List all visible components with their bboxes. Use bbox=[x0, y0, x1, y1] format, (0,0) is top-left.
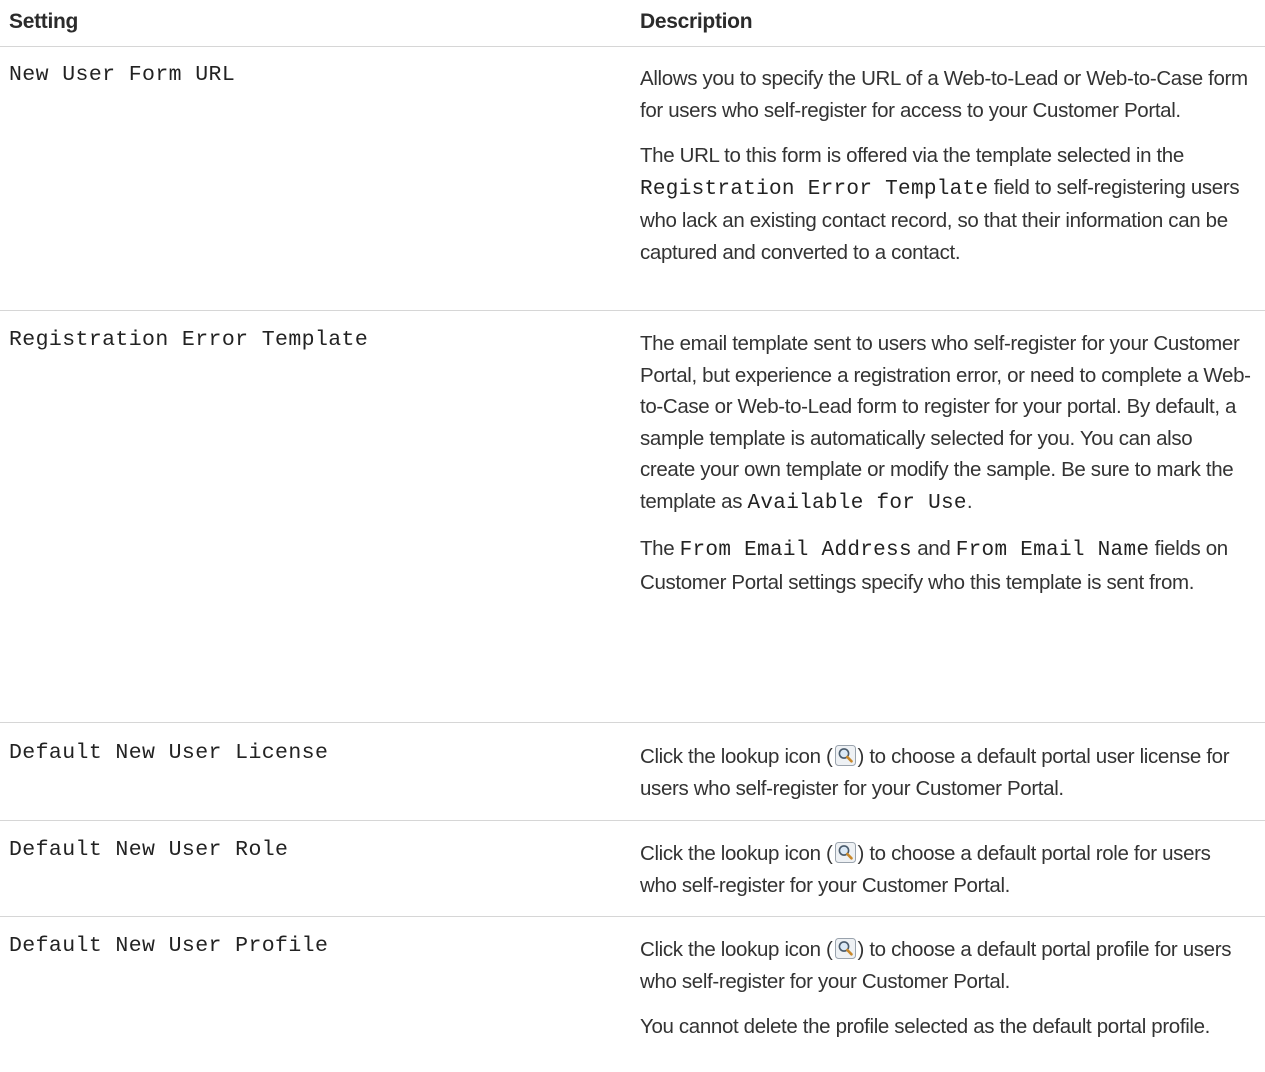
header-setting: Setting bbox=[9, 10, 79, 33]
description-paragraph: The From Email Address and From Email Na… bbox=[640, 533, 1252, 598]
lookup-icon bbox=[835, 745, 856, 766]
description-paragraph: Click the lookup icon () to choose a def… bbox=[640, 838, 1252, 901]
description-text: and bbox=[911, 537, 956, 560]
field-value-code: Available for Use bbox=[747, 491, 967, 515]
description-paragraph: Click the lookup icon () to choose a def… bbox=[640, 741, 1252, 804]
setting-name: Default New User Role bbox=[9, 838, 289, 862]
description-paragraph: You cannot delete the profile selected a… bbox=[640, 1015, 1211, 1038]
field-name-code: Registration Error Template bbox=[640, 177, 989, 201]
description-text: . bbox=[966, 489, 973, 513]
lookup-icon bbox=[835, 938, 856, 959]
setting-description: Click the lookup icon () to choose a def… bbox=[640, 821, 1252, 916]
description-text: The bbox=[640, 537, 680, 560]
description-text: The email template sent to users who sel… bbox=[640, 332, 1251, 513]
description-text: Click the lookup icon ( bbox=[640, 938, 833, 961]
table-row: Default New User License Click the looku… bbox=[0, 723, 1265, 821]
table-row: Default New User Role Click the lookup i… bbox=[0, 821, 1265, 917]
setting-name: Registration Error Template bbox=[9, 328, 369, 352]
description-paragraph: The URL to this form is offered via the … bbox=[640, 140, 1252, 268]
header-description: Description bbox=[640, 10, 753, 33]
field-name-code: From Email Name bbox=[955, 539, 1150, 562]
settings-table: Setting Description New User Form URL Al… bbox=[0, 0, 1265, 1067]
table-row: Default New User Profile Click the looku… bbox=[0, 917, 1265, 1067]
setting-description: Click the lookup icon () to choose a def… bbox=[640, 723, 1252, 820]
field-name-code: From Email Address bbox=[679, 539, 912, 562]
description-paragraph: Click the lookup icon () to choose a def… bbox=[640, 934, 1252, 997]
setting-name: Default New User Profile bbox=[9, 934, 329, 958]
table-row: Registration Error Template The email te… bbox=[0, 311, 1265, 723]
setting-name: New User Form URL bbox=[9, 63, 236, 87]
description-text: The URL to this form is offered via the … bbox=[640, 144, 1184, 167]
setting-name: Default New User License bbox=[9, 741, 329, 765]
description-paragraph: The email template sent to users who sel… bbox=[640, 328, 1252, 519]
table-header: Setting Description bbox=[0, 0, 1265, 47]
setting-description: The email template sent to users who sel… bbox=[640, 311, 1252, 722]
setting-description: Allows you to specify the URL of a Web-t… bbox=[640, 47, 1252, 310]
description-text: Click the lookup icon ( bbox=[640, 842, 833, 865]
description-text: Click the lookup icon ( bbox=[640, 745, 833, 768]
setting-description: Click the lookup icon () to choose a def… bbox=[640, 917, 1252, 1067]
description-paragraph: Allows you to specify the URL of a Web-t… bbox=[640, 67, 1248, 122]
table-row: New User Form URL Allows you to specify … bbox=[0, 47, 1265, 311]
lookup-icon bbox=[835, 842, 856, 863]
